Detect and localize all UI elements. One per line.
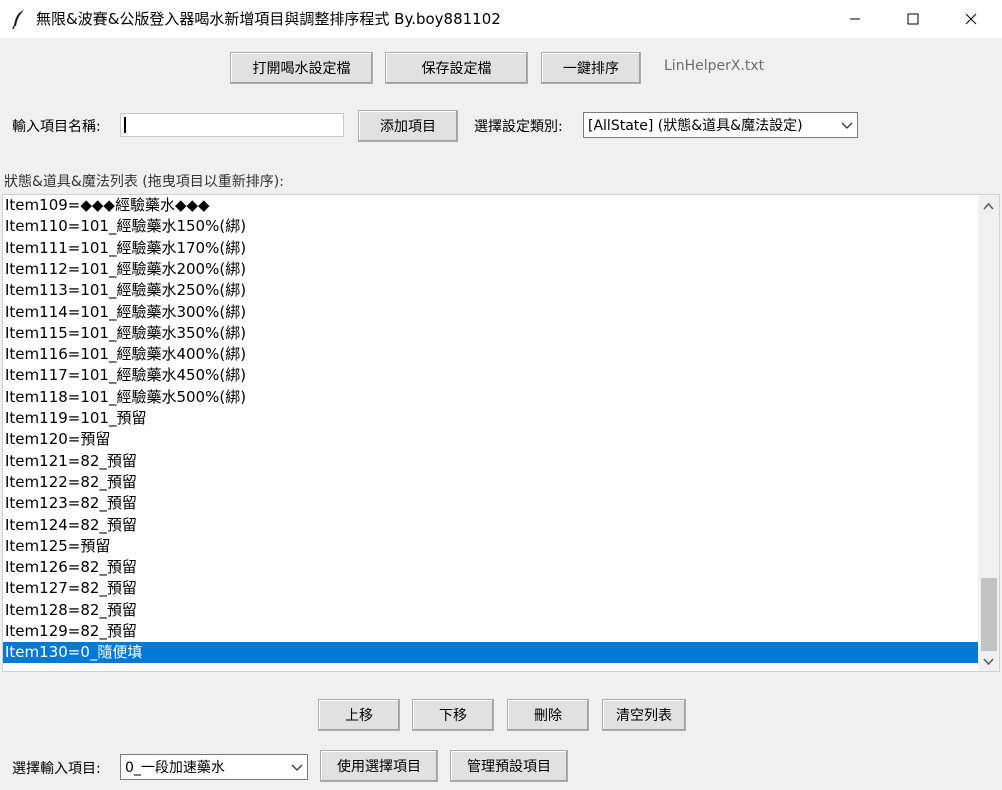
list-item[interactable]: Item126=82_預留 [3,557,978,578]
list-scrollbar[interactable] [978,195,999,671]
preset-item-select[interactable]: 0_一段加速藥水 [120,754,308,780]
title-bar: 無限&波賽&公版登入器喝水新增項目與調整排序程式 By.boy881102 [0,0,1002,38]
list-item[interactable]: Item124=82_預留 [3,515,978,536]
list-item[interactable]: Item114=101_經驗藥水300%(綁) [3,302,978,323]
maximize-button[interactable] [884,0,942,38]
list-item[interactable]: Item127=82_預留 [3,578,978,599]
close-icon [965,13,977,25]
category-label: 選擇設定類別: [474,119,563,135]
list-item[interactable]: Item129=82_預留 [3,621,978,642]
list-item[interactable]: Item115=101_經驗藥水350%(綁) [3,323,978,344]
item-name-input[interactable] [120,113,344,137]
maximize-icon [907,13,919,25]
add-item-button[interactable]: 添加項目 [358,110,458,142]
clear-list-button[interactable]: 清空列表 [602,699,686,731]
list-heading: 狀態&道具&魔法列表 (拖曳項目以重新排序): [4,174,284,190]
close-button[interactable] [942,0,1000,38]
scroll-up-icon[interactable] [982,201,995,211]
preset-item-select-value: 0_一段加速藥水 [125,760,225,776]
category-select[interactable]: [AllState] (狀態&道具&魔法設定) [583,112,858,138]
list-item[interactable]: Item117=101_經驗藥水450%(綁) [3,365,978,386]
window-title: 無限&波賽&公版登入器喝水新增項目與調整排序程式 By.boy881102 [36,10,501,28]
minimize-button[interactable] [826,0,884,38]
chevron-down-icon [841,122,853,129]
use-selected-button[interactable]: 使用選擇項目 [320,750,438,782]
scrollbar-thumb[interactable] [981,578,997,651]
manage-presets-button[interactable]: 管理預設項目 [450,750,568,782]
list-item[interactable]: Item122=82_預留 [3,472,978,493]
save-config-button[interactable]: 保存設定檔 [385,52,528,84]
list-item[interactable]: Item121=82_預留 [3,451,978,472]
list-item[interactable]: Item116=101_經驗藥水400%(綁) [3,344,978,365]
list-item[interactable]: Item118=101_經驗藥水500%(綁) [3,387,978,408]
list-item[interactable]: Item111=101_經驗藥水170%(綁) [3,238,978,259]
category-select-value: [AllState] (狀態&道具&魔法設定) [588,118,803,134]
list-item[interactable]: Item125=預留 [3,536,978,557]
move-down-button[interactable]: 下移 [412,699,494,731]
chevron-down-icon [291,764,303,771]
list-item[interactable]: Item120=預留 [3,429,978,450]
list-item[interactable]: Item119=101_預留 [3,408,978,429]
item-listbox[interactable]: Item109=◆◆◆經驗藥水◆◆◆ Item110=101_經驗藥水150%(綁… [2,194,1000,672]
list-item[interactable]: Item112=101_經驗藥水200%(綁) [3,259,978,280]
item-name-label: 輸入項目名稱: [12,119,101,135]
delete-button[interactable]: 刪除 [507,699,589,731]
config-filename: LinHelperX.txt [664,58,765,74]
scroll-down-icon[interactable] [982,657,995,667]
open-config-button[interactable]: 打開喝水設定檔 [230,52,373,84]
move-up-button[interactable]: 上移 [318,699,400,731]
list-item[interactable]: Item123=82_預留 [3,493,978,514]
minimize-icon [850,18,860,20]
list-item[interactable]: Item130=0_隨便填 [3,642,978,664]
list-item[interactable]: Item113=101_經驗藥水250%(綁) [3,280,978,301]
list-item[interactable]: Item128=82_預留 [3,600,978,621]
text-caret [124,117,126,133]
feather-icon [12,10,24,29]
select-input-label: 選擇輸入項目: [12,761,101,777]
list-item[interactable]: Item110=101_經驗藥水150%(綁) [3,216,978,237]
one-click-sort-button[interactable]: 一鍵排序 [541,52,641,84]
list-item[interactable]: Item109=◆◆◆經驗藥水◆◆◆ [3,195,978,216]
